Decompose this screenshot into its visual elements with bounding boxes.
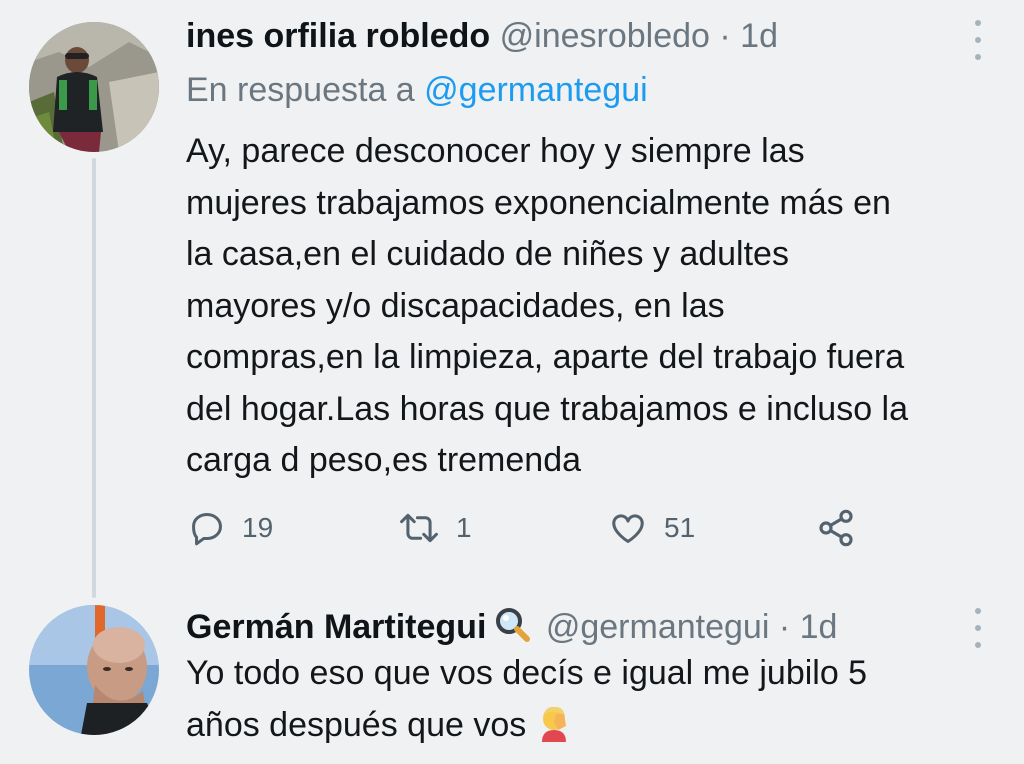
tweet-text-line: mayores y/o discapacidades, en las xyxy=(186,286,725,325)
author-name[interactable]: ines orfilia robledo xyxy=(186,17,490,55)
tweet-text-line: años después que vos xyxy=(186,700,867,752)
tweet-text-line: Yo todo eso que vos decís e igual me jub… xyxy=(186,654,868,692)
tweet-text-line: del hogar.Las horas que trabajamos e inc… xyxy=(186,389,909,428)
heart-icon xyxy=(612,514,644,543)
tweet-text-line: compras,en la limpieza, aparte del traba… xyxy=(186,338,905,376)
tweet[interactable]: Germán Martitegui @germantegui · 1d Yo t… xyxy=(0,590,1024,764)
tweet-text: Ay, parece desconocer hoy y siempre las … xyxy=(186,126,908,487)
timestamp[interactable]: 1d xyxy=(800,608,838,646)
tweet-text-line: la casa,en el cuidado de niñes y adultes xyxy=(186,235,789,273)
tweet-text-line-content: años después que vos xyxy=(186,705,527,744)
reply-context: En respuesta a @germantegui xyxy=(186,70,648,110)
reply-icon xyxy=(192,513,222,546)
author-handle[interactable]: @germantegui xyxy=(546,608,770,646)
tweet-text-line: carga d peso,es tremenda xyxy=(186,441,582,479)
timestamp[interactable]: 1d xyxy=(740,17,778,55)
reply-count: 19 xyxy=(242,512,274,543)
tweet-text-line: mujeres trabajamos exponencialmente más … xyxy=(186,183,891,222)
reply-mention[interactable]: @germantegui xyxy=(424,71,648,109)
more-icon[interactable] xyxy=(972,20,984,60)
tweet-header: ines orfilia robledo @inesrobledo · 1d xyxy=(186,16,778,56)
facepalm-emoji xyxy=(536,704,572,758)
share-button[interactable] xyxy=(816,500,856,556)
tweet-text-line: Ay, parece desconocer hoy y siempre las xyxy=(186,132,805,170)
author-handle[interactable]: @inesrobledo xyxy=(500,17,710,55)
tweet-actions: 19 1 51 xyxy=(186,500,886,556)
magnifying-glass-emoji xyxy=(494,606,531,651)
thread-line xyxy=(92,158,96,598)
author-name[interactable]: Germán Martitegui xyxy=(186,608,486,646)
retweet-button[interactable]: 1 xyxy=(398,500,472,556)
reply-button[interactable]: 19 xyxy=(188,500,273,556)
separator: · xyxy=(719,17,731,55)
reply-prefix: En respuesta a xyxy=(186,71,415,109)
like-button[interactable]: 51 xyxy=(608,500,695,556)
like-count: 51 xyxy=(664,512,696,543)
share-icon xyxy=(819,509,853,547)
avatar[interactable] xyxy=(29,22,159,152)
avatar[interactable] xyxy=(29,605,159,735)
more-icon[interactable] xyxy=(972,608,984,648)
retweet-count: 1 xyxy=(456,512,472,543)
tweet-header: Germán Martitegui @germantegui · 1d xyxy=(186,606,837,651)
retweet-icon xyxy=(400,513,438,543)
tweet[interactable]: ines orfilia robledo @inesrobledo · 1d E… xyxy=(0,0,1024,598)
separator: · xyxy=(778,608,791,646)
tweet-text: Yo todo eso que vos decís e igual me jub… xyxy=(186,648,867,751)
